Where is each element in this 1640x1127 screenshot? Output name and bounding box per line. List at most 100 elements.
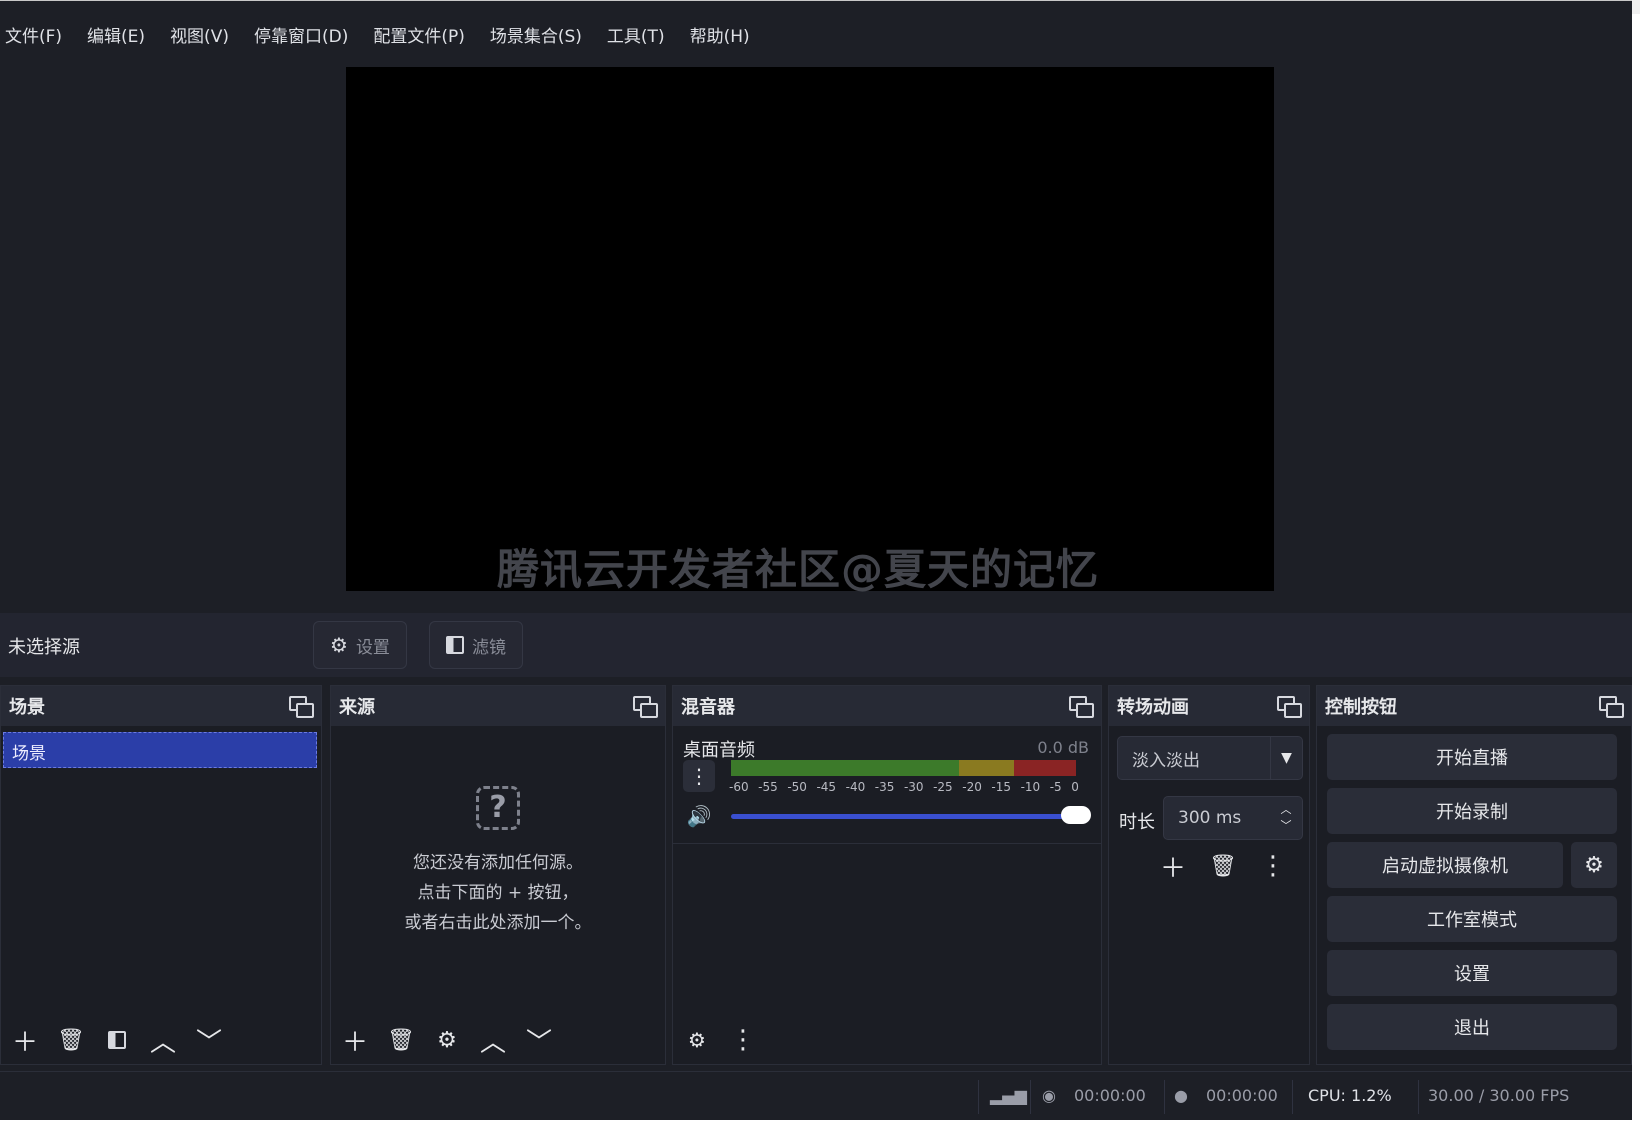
- chevron-up-icon: ︿: [149, 1027, 176, 1058]
- meter-yellow-zone: [958, 760, 1014, 776]
- add-scene-button[interactable]: ＋: [5, 1020, 45, 1060]
- fps-readout: 30.00 / 30.00 FPS: [1428, 1086, 1570, 1105]
- transition-select-value: 淡入淡出: [1132, 750, 1200, 771]
- chevron-up-icon: ︿: [479, 1027, 506, 1058]
- source-settings-button[interactable]: ⚙ 设置: [313, 621, 407, 669]
- add-transition-button[interactable]: ＋: [1153, 846, 1193, 886]
- meter-green-zone: [731, 760, 959, 776]
- meter-tick: -15: [991, 780, 1012, 794]
- move-scene-up-button[interactable]: ︿: [143, 1020, 183, 1060]
- volume-slider-handle[interactable]: [1061, 806, 1091, 824]
- status-divider: [1164, 1080, 1165, 1114]
- transition-select[interactable]: 淡入淡出 ▼: [1117, 736, 1303, 780]
- duration-label: 时长: [1119, 812, 1155, 833]
- menu-docks[interactable]: 停靠窗口(D): [254, 22, 348, 47]
- meter-tick-labels: -60 -55 -50 -45 -40 -35 -30 -25 -20 -15 …: [729, 780, 1079, 794]
- controls-dock-header: 控制按钮: [1317, 686, 1631, 726]
- remove-scene-button[interactable]: 🗑: [51, 1020, 91, 1060]
- channel-name: 桌面音频: [683, 740, 755, 761]
- scene-filters-button[interactable]: [97, 1020, 137, 1060]
- remove-source-button[interactable]: 🗑: [381, 1020, 421, 1060]
- kebab-menu-icon: ⋮: [689, 764, 709, 788]
- channel-menu-button[interactable]: ⋮: [683, 760, 715, 792]
- status-bar: ▂▄▆ ◉ 00:00:00 ● 00:00:00 CPU: 1.2% 30.0…: [0, 1071, 1632, 1120]
- move-source-down-button[interactable]: ﹀: [519, 1020, 559, 1060]
- transitions-dock-header: 转场动画: [1109, 686, 1309, 726]
- studio-mode-button[interactable]: 工作室模式: [1327, 896, 1617, 942]
- source-settings-label: 设置: [355, 637, 390, 658]
- kebab-menu-icon: ⋮: [1260, 851, 1286, 881]
- transition-menu-button[interactable]: ⋮: [1253, 846, 1293, 886]
- mixer-dock-footer: ⚙ ⋮: [673, 1016, 1101, 1064]
- trash-icon: 🗑: [1209, 853, 1237, 879]
- gears-icon: ⚙: [688, 1028, 706, 1052]
- menu-edit[interactable]: 编辑(E): [87, 22, 145, 47]
- start-recording-button[interactable]: 开始录制: [1327, 788, 1617, 834]
- menu-scene-collection[interactable]: 场景集合(S): [490, 22, 582, 47]
- trash-icon: 🗑: [57, 1027, 85, 1053]
- no-source-label: 未选择源: [8, 637, 80, 658]
- menu-profile[interactable]: 配置文件(P): [373, 22, 465, 47]
- transition-actions: ＋ 🗑 ⋮: [1153, 846, 1293, 886]
- volume-slider-track[interactable]: [731, 814, 1071, 819]
- mixer-menu-button[interactable]: ⋮: [723, 1020, 763, 1060]
- advanced-audio-button[interactable]: ⚙: [677, 1020, 717, 1060]
- menu-view[interactable]: 视图(V): [170, 22, 229, 47]
- remove-transition-button[interactable]: 🗑: [1203, 846, 1243, 886]
- meter-tick: -20: [962, 780, 982, 794]
- plus-icon: ＋: [11, 1027, 38, 1058]
- gear-icon: ⚙: [437, 1027, 457, 1053]
- exit-button[interactable]: 退出: [1327, 1004, 1617, 1050]
- menu-help[interactable]: 帮助(H): [690, 22, 750, 47]
- scenes-dock-footer: ＋ 🗑 ︿ ﹀: [1, 1016, 321, 1064]
- empty-hint-line-3: 或者右击此处添加一个。: [404, 913, 592, 933]
- move-scene-down-button[interactable]: ﹀: [189, 1020, 229, 1060]
- meter-tick: -40: [845, 780, 866, 794]
- menu-bar: 文件(F) 编辑(E) 视图(V) 停靠窗口(D) 配置文件(P) 场景集合(S…: [0, 15, 1632, 53]
- empty-hint-line-1: 您还没有添加任何源。: [413, 853, 583, 873]
- filter-icon: [108, 1031, 126, 1049]
- meter-red-zone: [1013, 760, 1076, 776]
- spin-arrows-icon: ︿ ﹀: [1280, 803, 1292, 832]
- empty-hint-line-2: 点击下面的 + 按钮，: [417, 883, 579, 903]
- meter-tick: -50: [787, 780, 807, 794]
- undock-icon[interactable]: [631, 694, 658, 718]
- menu-tools[interactable]: 工具(T): [607, 22, 665, 47]
- add-source-button[interactable]: ＋: [335, 1020, 375, 1060]
- trash-icon: 🗑: [387, 1027, 415, 1053]
- undock-icon[interactable]: [1597, 694, 1624, 718]
- scenes-dock-header: 场景: [1, 686, 321, 726]
- virtual-camera-settings-button[interactable]: ⚙: [1571, 842, 1617, 888]
- watermark: 腾讯云开发者社区@夏天的记忆: [497, 545, 1100, 594]
- undock-icon[interactable]: [1275, 694, 1302, 718]
- status-divider: [1292, 1080, 1293, 1114]
- source-properties-button[interactable]: ⚙: [427, 1020, 467, 1060]
- meter-tick: -30: [903, 780, 924, 794]
- mute-button[interactable]: 🔊: [683, 800, 715, 832]
- stream-indicator-icon: ◉: [1042, 1086, 1056, 1105]
- meter-tick: -25: [933, 780, 953, 794]
- source-filters-button[interactable]: 滤镜: [429, 621, 523, 669]
- record-time: 00:00:00: [1206, 1086, 1278, 1105]
- undock-icon[interactable]: [287, 694, 314, 718]
- undock-icon[interactable]: [1067, 694, 1094, 718]
- meter-tick: -55: [758, 780, 778, 794]
- menu-file[interactable]: 文件(F): [5, 22, 62, 47]
- audio-level-meter: [731, 760, 1076, 776]
- start-virtual-camera-button[interactable]: 启动虚拟摄像机: [1327, 842, 1563, 888]
- settings-button[interactable]: 设置: [1327, 950, 1617, 996]
- transitions-dock-title: 转场动画: [1117, 697, 1189, 718]
- chevron-down-icon: ﹀: [525, 1027, 552, 1058]
- sources-empty-state[interactable]: ? 您还没有添加任何源。 点击下面的 + 按钮， 或者右击此处添加一个。: [331, 786, 665, 938]
- duration-spinbox[interactable]: 300 ms ︿ ﹀: [1163, 796, 1303, 840]
- status-divider: [1030, 1080, 1031, 1114]
- duration-value: 300 ms: [1178, 808, 1242, 828]
- scenes-dock: 场景 场景 ＋ 🗑 ︿ ﹀: [0, 685, 322, 1065]
- preview-canvas[interactable]: [346, 67, 1274, 591]
- move-source-up-button[interactable]: ︿: [473, 1020, 513, 1060]
- record-indicator-icon: ●: [1174, 1086, 1188, 1105]
- scene-list-item[interactable]: 场景: [3, 732, 317, 768]
- start-streaming-button[interactable]: 开始直播: [1327, 734, 1617, 780]
- mixer-dock: 混音器 桌面音频 0.0 dB ⋮ -60 -55 -50 -45 -40 -3…: [672, 685, 1102, 1065]
- sources-dock-header: 来源: [331, 686, 665, 726]
